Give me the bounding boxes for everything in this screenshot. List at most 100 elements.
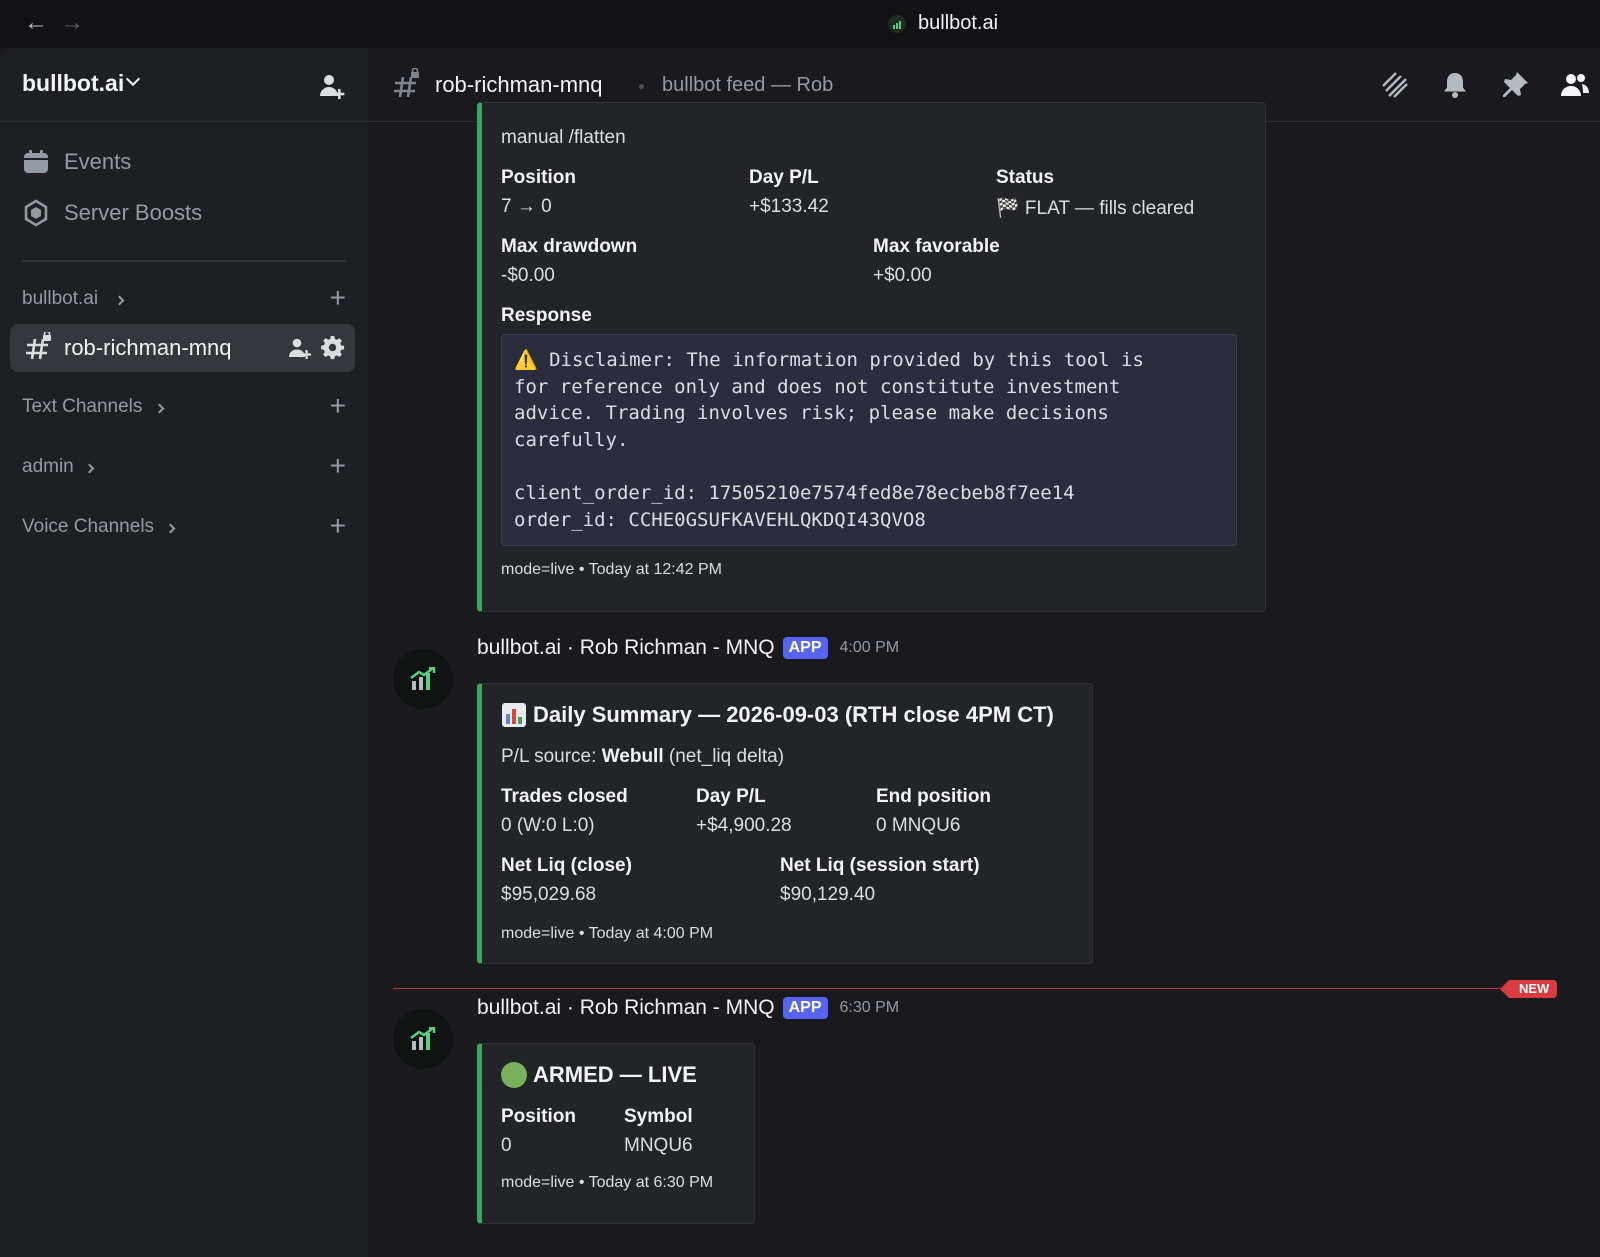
channel-sidebar: bullbot.ai Events Server Boosts bullbot.… xyxy=(0,48,368,1257)
add-channel-icon[interactable]: + xyxy=(330,392,346,420)
daily-summary-embed: Daily Summary — 2026-09-03 (RTH close 4P… xyxy=(477,683,1093,964)
field-value-net-liq-start: $90,129.40 xyxy=(780,884,876,905)
message-header: bullbot.ai · Rob Richman - MNQ APP 4:00 … xyxy=(477,636,899,660)
locked-hash-icon xyxy=(394,68,419,98)
category-bullbot-ai[interactable]: bullbot.ai + xyxy=(22,284,346,314)
field-title-day-pl: Day P/L xyxy=(749,167,819,188)
field-title-max-drawdown: Max drawdown xyxy=(501,236,638,257)
sidebar-divider xyxy=(22,260,346,262)
category-label: Text Channels xyxy=(22,396,143,417)
field-title-response: Response xyxy=(501,305,592,326)
field-title-symbol: Symbol xyxy=(624,1106,693,1127)
bullbot-logo-icon xyxy=(888,14,906,33)
field-value-net-liq-close: $95,029.68 xyxy=(501,884,597,905)
field-value-position: 0 xyxy=(501,1135,512,1156)
field-title-status: Status xyxy=(996,167,1055,188)
invite-people-icon[interactable] xyxy=(318,72,346,100)
field-title-trades-closed: Trades closed xyxy=(501,786,628,807)
embed-title: ARMED — LIVE xyxy=(501,1062,697,1088)
server-header[interactable]: bullbot.ai xyxy=(0,48,368,122)
invite-people-icon[interactable] xyxy=(288,336,312,360)
gear-icon[interactable] xyxy=(320,335,345,360)
add-channel-icon[interactable]: + xyxy=(330,512,346,540)
embed-footer: mode=live • Today at 4:00 PM xyxy=(501,925,714,942)
armed-embed: ARMED — LIVE Position 0 Symbol MNQU6 mod… xyxy=(477,1043,755,1224)
embed-description: manual /flatten xyxy=(501,127,626,148)
category-text-channels[interactable]: Text Channels + xyxy=(22,392,346,422)
bot-avatar[interactable] xyxy=(393,649,453,709)
add-channel-icon[interactable]: + xyxy=(330,284,346,312)
field-title-end-position: End position xyxy=(876,786,992,807)
field-value-status: 🏁 FLAT — fills cleared xyxy=(996,198,1195,219)
field-value-day-pl: +$133.42 xyxy=(749,196,829,217)
message-header: bullbot.ai · Rob Richman - MNQ APP 6:30 … xyxy=(477,996,899,1020)
pl-source-suffix: (net_liq delta) xyxy=(663,746,785,767)
threads-icon[interactable] xyxy=(1380,70,1410,100)
category-label: bullbot.ai xyxy=(22,288,99,309)
field-value-max-favorable: +$0.00 xyxy=(873,265,932,286)
flatten-embed: manual /flatten Position 7 → 0 Day P/L +… xyxy=(477,102,1266,612)
sidebar-item-server-boosts[interactable]: Server Boosts xyxy=(22,199,202,227)
pl-source-broker: Webull xyxy=(601,746,664,767)
bullbot-logo-icon xyxy=(410,1027,436,1050)
server-name[interactable]: bullbot.ai xyxy=(22,70,124,97)
category-label: Voice Channels xyxy=(22,516,155,537)
pin-icon[interactable] xyxy=(1500,70,1530,100)
field-value-symbol: MNQU6 xyxy=(624,1135,693,1156)
channel-topic[interactable]: bullbot feed — Rob xyxy=(662,74,833,97)
field-title-net-liq-close: Net Liq (close) xyxy=(501,855,632,876)
field-value-position: 7 → 0 xyxy=(501,196,552,217)
member-list-icon[interactable] xyxy=(1560,70,1590,100)
boost-icon xyxy=(24,199,48,227)
channel-name: rob-richman-mnq xyxy=(64,335,232,360)
new-messages-badge: NEW xyxy=(1499,980,1558,998)
app-window: ← → bullbot.ai bullbot.ai Events Server … xyxy=(0,0,1600,1257)
app-badge: APP xyxy=(782,997,828,1019)
author-name[interactable]: bullbot.ai · Rob Richman - MNQ xyxy=(477,636,775,660)
calendar-icon xyxy=(24,150,48,173)
field-title-position: Position xyxy=(501,1106,576,1127)
field-value-max-drawdown: -$0.00 xyxy=(501,265,555,286)
field-title-net-liq-start: Net Liq (session start) xyxy=(780,855,980,876)
pl-source-prefix: P/L source: xyxy=(501,746,602,767)
chevron-right-icon xyxy=(165,523,176,534)
chevron-down-icon[interactable] xyxy=(125,71,141,87)
add-channel-icon[interactable]: + xyxy=(330,452,346,480)
forward-arrow-icon[interactable]: → xyxy=(60,10,84,36)
sidebar-item-label: Events xyxy=(64,149,132,174)
chevron-right-icon xyxy=(154,403,165,414)
message-timestamp[interactable]: 4:00 PM xyxy=(840,639,900,657)
separator-dot xyxy=(639,84,644,89)
chevron-right-icon xyxy=(84,463,95,474)
window-title-text: bullbot.ai xyxy=(918,12,999,34)
message-timestamp[interactable]: 6:30 PM xyxy=(840,999,900,1017)
window-title: bullbot.ai xyxy=(888,12,998,35)
field-title-position: Position xyxy=(501,167,576,188)
sidebar-item-rob-richman-mnq[interactable]: rob-richman-mnq xyxy=(10,324,355,372)
message-list: manual /flatten Position 7 → 0 Day P/L +… xyxy=(368,102,1600,1257)
embed-title-text: Daily Summary — 2026-09-03 (RTH close 4P… xyxy=(533,702,1054,727)
bell-icon[interactable] xyxy=(1440,70,1470,100)
field-value-end-position: 0 MNQU6 xyxy=(876,815,961,836)
category-voice-channels[interactable]: Voice Channels + xyxy=(22,512,346,542)
response-code-block[interactable]: ⚠️ Disclaimer: The information provided … xyxy=(501,334,1237,546)
author-name[interactable]: bullbot.ai · Rob Richman - MNQ xyxy=(477,996,775,1020)
channel-title: rob-richman-mnq xyxy=(435,72,603,97)
category-label: admin xyxy=(22,456,74,477)
sidebar-item-label: Server Boosts xyxy=(64,200,203,225)
category-admin[interactable]: admin + xyxy=(22,452,346,482)
pl-source-line: P/L source: Webull (net_liq delta) xyxy=(501,746,784,768)
chevron-right-icon xyxy=(114,295,125,306)
back-arrow-icon[interactable]: ← xyxy=(24,10,48,36)
field-value-day-pl: +$4,900.28 xyxy=(696,815,792,836)
app-badge: APP xyxy=(782,637,828,659)
embed-title: Daily Summary — 2026-09-03 (RTH close 4P… xyxy=(501,702,1054,728)
field-title-max-favorable: Max favorable xyxy=(873,236,1000,257)
embed-footer: mode=live • Today at 6:30 PM xyxy=(501,1174,714,1191)
bar-chart-icon xyxy=(502,703,526,727)
field-value-trades-closed: 0 (W:0 L:0) xyxy=(501,815,595,836)
bot-avatar[interactable] xyxy=(393,1009,453,1069)
sidebar-item-events[interactable]: Events xyxy=(22,148,131,176)
green-circle-icon xyxy=(501,1062,527,1088)
bullbot-logo-icon xyxy=(410,667,436,690)
